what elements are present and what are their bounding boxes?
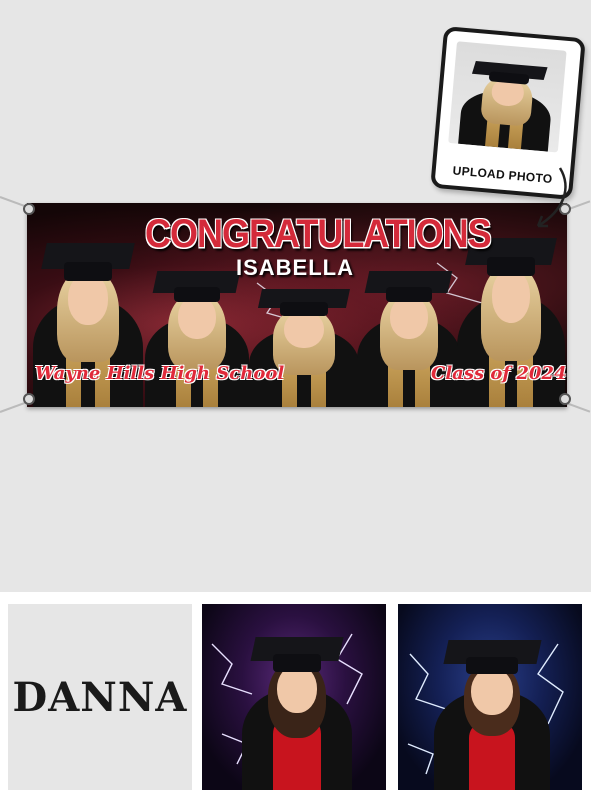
blue-background-thumbnail[interactable] — [398, 604, 582, 790]
grommet — [559, 393, 571, 405]
graduate-photo — [434, 620, 550, 790]
grommet — [23, 203, 35, 215]
graduate-photo — [249, 273, 359, 407]
font-sample-text: DANNA — [12, 674, 188, 721]
graduate-name: ISABELLA — [236, 255, 354, 280]
product-preview: CONGRATULATIONS ISABELLA Wayne Hills Hig… — [0, 0, 591, 592]
graduate-photo — [242, 616, 352, 790]
arrow-icon — [536, 167, 567, 228]
graduation-banner[interactable]: CONGRATULATIONS ISABELLA Wayne Hills Hig… — [27, 203, 567, 407]
banner-headline: CONGRATULATIONS — [145, 210, 492, 256]
sample-photo — [448, 41, 567, 153]
school-name: Wayne Hills High School — [35, 363, 285, 384]
font-option-thumbnail[interactable]: DANNA — [8, 604, 192, 790]
grommet — [23, 393, 35, 405]
class-year: Class of 2024 — [431, 363, 567, 384]
purple-background-thumbnail[interactable] — [202, 604, 386, 790]
